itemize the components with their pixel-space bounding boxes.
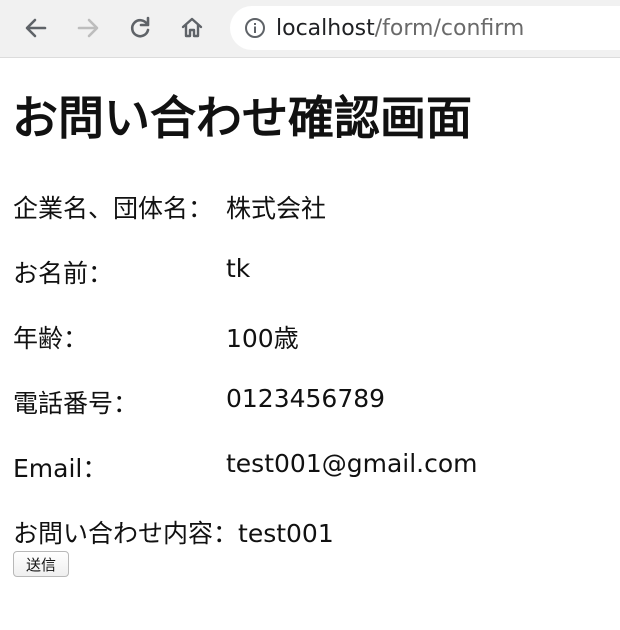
arrow-left-icon bbox=[25, 18, 47, 38]
field-label-company: 企業名、団体名： bbox=[13, 194, 214, 223]
home-button[interactable] bbox=[176, 12, 208, 44]
field-value-inquiry: test001 bbox=[238, 519, 334, 548]
info-icon[interactable] bbox=[244, 17, 266, 39]
field-label-email: Email： bbox=[13, 454, 108, 483]
reload-button[interactable] bbox=[124, 12, 156, 44]
field-row-company: 企業名、団体名： 株式会社 bbox=[13, 189, 326, 225]
field-value-age: 100歳 bbox=[226, 324, 299, 353]
submit-button[interactable]: 送信 bbox=[13, 551, 70, 577]
field-row-name: お名前： tk bbox=[13, 254, 250, 290]
field-value-email: test001@gmail.com bbox=[226, 449, 478, 478]
url-host: localhost bbox=[276, 15, 375, 41]
field-label-age: 年齢： bbox=[13, 324, 89, 353]
field-value-name: tk bbox=[226, 254, 251, 283]
url-path: /form/confirm bbox=[374, 15, 525, 41]
address-bar[interactable]: localhost/form/confirm bbox=[230, 6, 620, 50]
field-label-name: お名前： bbox=[13, 259, 114, 288]
reload-icon bbox=[130, 16, 150, 38]
field-row-email: Email： test001@gmail.com bbox=[13, 449, 478, 485]
field-label-phone: 電話番号： bbox=[13, 389, 139, 418]
forward-button[interactable] bbox=[72, 12, 104, 44]
url-text[interactable]: localhost/form/confirm bbox=[276, 16, 524, 41]
arrow-right-icon bbox=[77, 18, 99, 38]
field-row-age: 年齢： 100歳 bbox=[13, 319, 299, 355]
back-button[interactable] bbox=[20, 12, 52, 44]
page-title: お問い合わせ確認画面 bbox=[12, 91, 472, 145]
field-row-phone: 電話番号： 0123456789 bbox=[13, 384, 385, 420]
field-value-phone: 0123456789 bbox=[226, 384, 386, 413]
field-label-inquiry: お問い合わせ内容： bbox=[13, 519, 239, 548]
browser-toolbar: localhost/form/confirm bbox=[0, 0, 620, 58]
home-icon bbox=[181, 17, 203, 38]
field-value-company: 株式会社 bbox=[226, 194, 327, 223]
field-row-inquiry: お問い合わせ内容：test001 bbox=[13, 514, 334, 550]
